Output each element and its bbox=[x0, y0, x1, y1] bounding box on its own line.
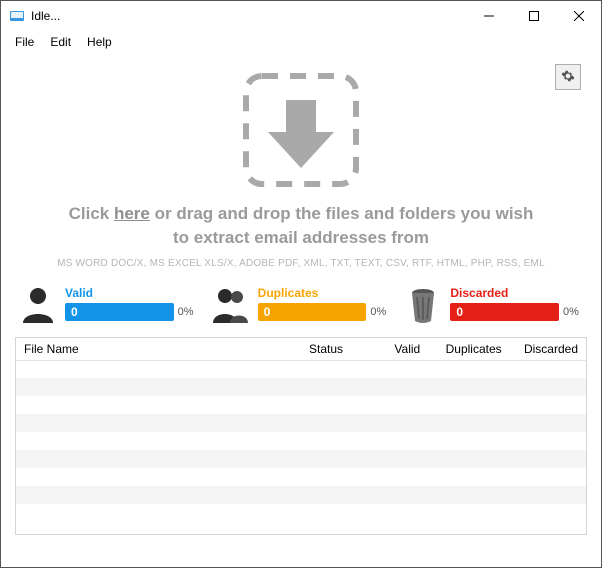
instruction-line2: to extract email addresses from bbox=[173, 228, 429, 247]
menubar: File Edit Help bbox=[1, 31, 601, 52]
trash-icon bbox=[402, 283, 444, 325]
supported-formats: MS WORD DOC/X, MS EXCEL XLS/X, ADOBE PDF… bbox=[15, 258, 587, 269]
table-row bbox=[16, 378, 586, 396]
menu-help[interactable]: Help bbox=[79, 33, 120, 51]
here-link[interactable]: here bbox=[114, 204, 150, 223]
drop-icon bbox=[236, 70, 366, 190]
duplicates-label: Duplicates bbox=[258, 286, 393, 300]
discarded-value: 0 bbox=[456, 305, 463, 319]
instruction-line1: or drag and drop the files and folders y… bbox=[150, 204, 534, 223]
minimize-button[interactable] bbox=[466, 1, 511, 31]
discarded-bar: 0 bbox=[450, 303, 559, 321]
table-row bbox=[16, 432, 586, 450]
stat-duplicates: Duplicates 0 0% bbox=[210, 283, 393, 325]
people-icon bbox=[210, 283, 252, 325]
discarded-label: Discarded bbox=[450, 286, 585, 300]
close-button[interactable] bbox=[556, 1, 601, 31]
valid-percent: 0% bbox=[178, 306, 200, 318]
menu-edit[interactable]: Edit bbox=[42, 33, 79, 51]
stat-discarded: Discarded 0 0% bbox=[402, 283, 585, 325]
table-body bbox=[16, 360, 586, 522]
duplicates-percent: 0% bbox=[370, 306, 392, 318]
table-row bbox=[16, 450, 586, 468]
table-header-row: File Name Status Valid Duplicates Discar… bbox=[16, 338, 586, 361]
menu-file[interactable]: File bbox=[7, 33, 42, 51]
drop-instruction: Click here or drag and drop the files an… bbox=[15, 202, 587, 250]
duplicates-bar: 0 bbox=[258, 303, 367, 321]
col-status[interactable]: Status bbox=[301, 338, 372, 361]
valid-label: Valid bbox=[65, 286, 200, 300]
table-row bbox=[16, 360, 586, 378]
col-duplicates[interactable]: Duplicates bbox=[428, 338, 509, 361]
file-table[interactable]: File Name Status Valid Duplicates Discar… bbox=[15, 337, 587, 535]
table-row bbox=[16, 486, 586, 504]
discarded-percent: 0% bbox=[563, 306, 585, 318]
app-icon bbox=[9, 8, 25, 24]
col-discarded[interactable]: Discarded bbox=[510, 338, 586, 361]
col-filename[interactable]: File Name bbox=[16, 338, 301, 361]
valid-bar: 0 bbox=[65, 303, 174, 321]
maximize-button[interactable] bbox=[511, 1, 556, 31]
duplicates-value: 0 bbox=[264, 305, 271, 319]
stat-valid: Valid 0 0% bbox=[17, 283, 200, 325]
table-row bbox=[16, 414, 586, 432]
gear-icon bbox=[561, 69, 575, 86]
settings-button[interactable] bbox=[555, 64, 581, 90]
table-row bbox=[16, 396, 586, 414]
instruction-prefix: Click bbox=[69, 204, 114, 223]
col-valid[interactable]: Valid bbox=[372, 338, 428, 361]
main-content: Click here or drag and drop the files an… bbox=[1, 52, 601, 549]
window-title: Idle... bbox=[31, 9, 466, 23]
window-controls bbox=[466, 1, 601, 31]
drop-zone[interactable]: Click here or drag and drop the files an… bbox=[15, 62, 587, 269]
person-icon bbox=[17, 283, 59, 325]
valid-value: 0 bbox=[71, 305, 78, 319]
stats-row: Valid 0 0% Duplicates 0 0% bbox=[15, 283, 587, 325]
titlebar: Idle... bbox=[1, 1, 601, 31]
table-row bbox=[16, 504, 586, 522]
table-row bbox=[16, 468, 586, 486]
